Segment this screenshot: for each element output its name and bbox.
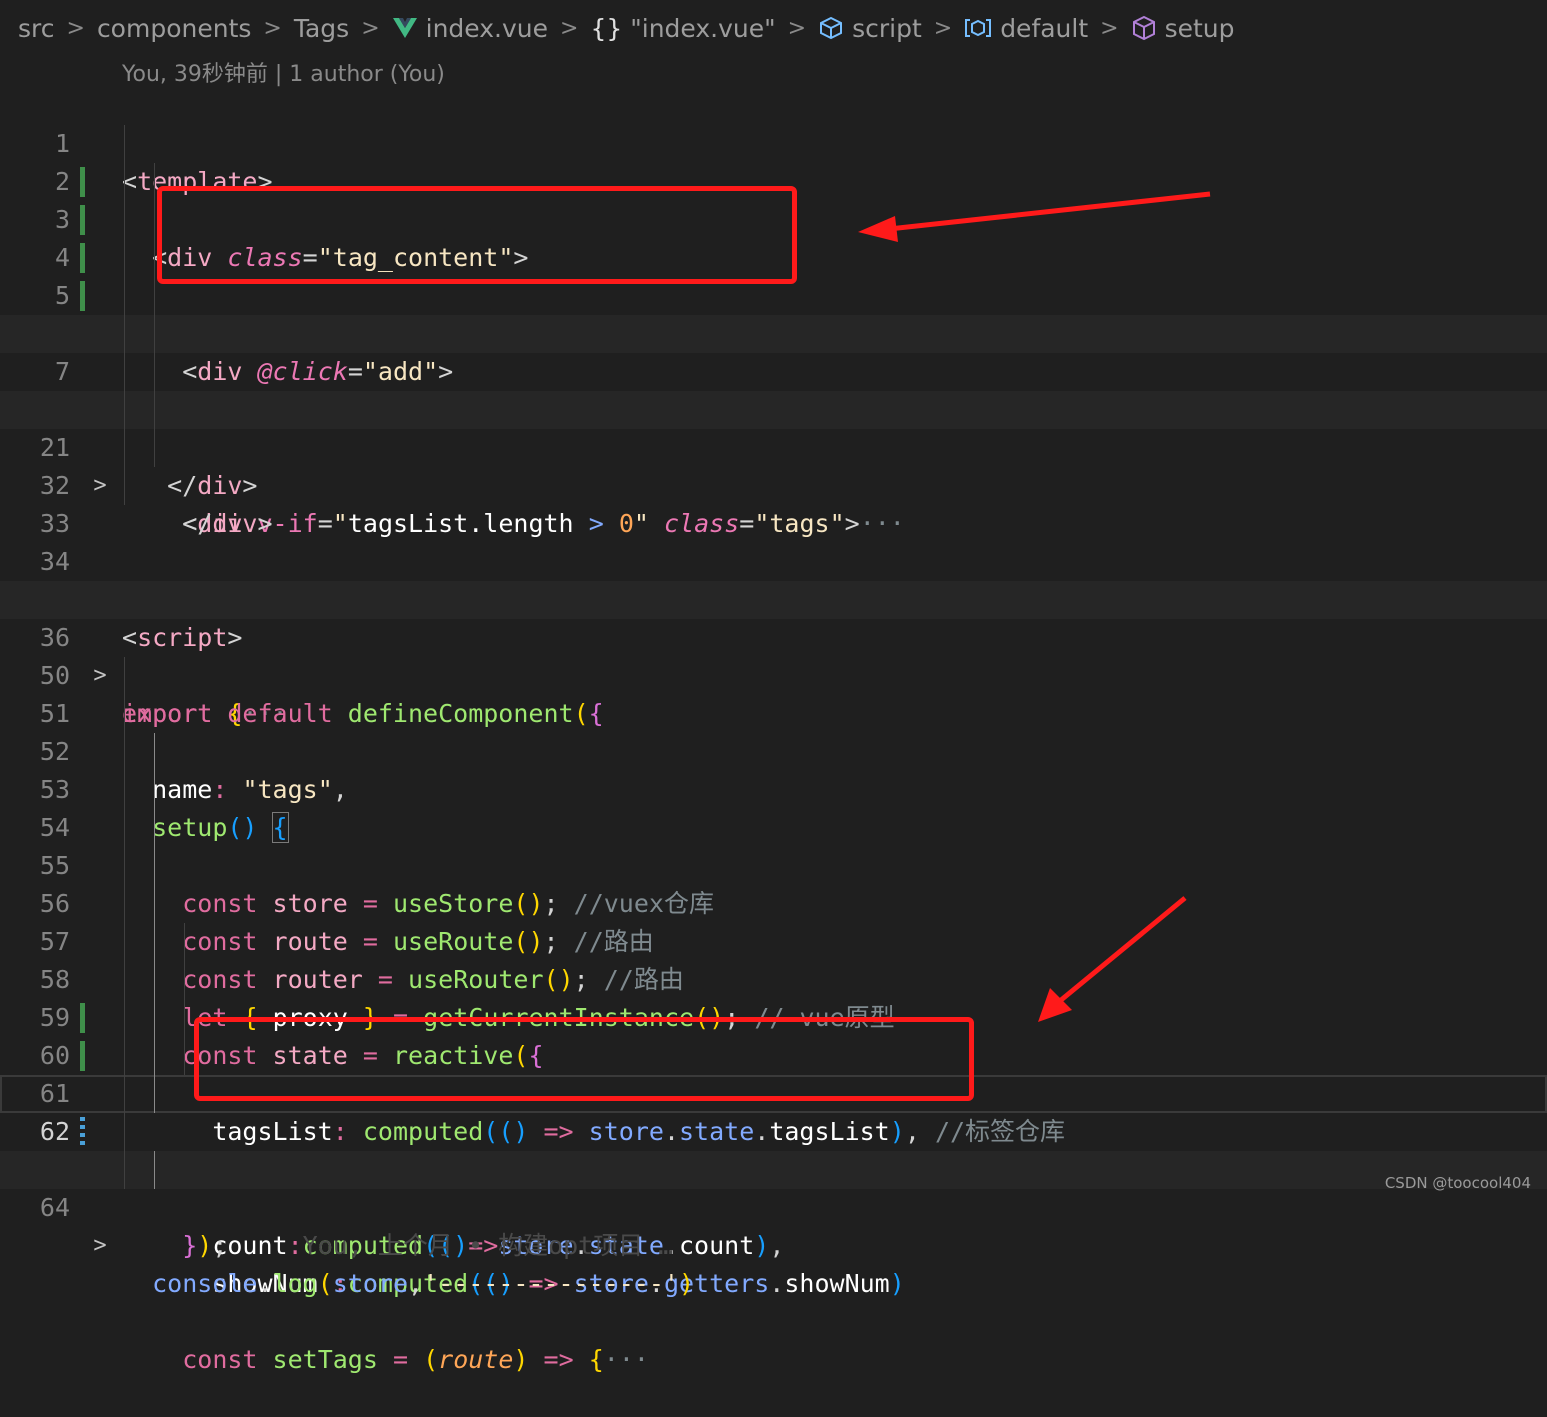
annotation-arrows: [858, 191, 1211, 1022]
code-text: }); You, 上个月 • 构建opt项目 …: [182, 1231, 674, 1260]
arrow-icon: [1038, 896, 1187, 1022]
code-text: console.log(store,'---------------'): [152, 1269, 695, 1298]
inline-blame: You, 上个月 • 构建opt项目 …: [302, 1231, 674, 1260]
chevron-right-icon[interactable]: >: [88, 1227, 112, 1265]
watermark: CSDN @toocool404: [1384, 1174, 1531, 1192]
code-text: const setTags = (route) => {···: [182, 1345, 649, 1374]
arrow-icon: [858, 191, 1211, 242]
